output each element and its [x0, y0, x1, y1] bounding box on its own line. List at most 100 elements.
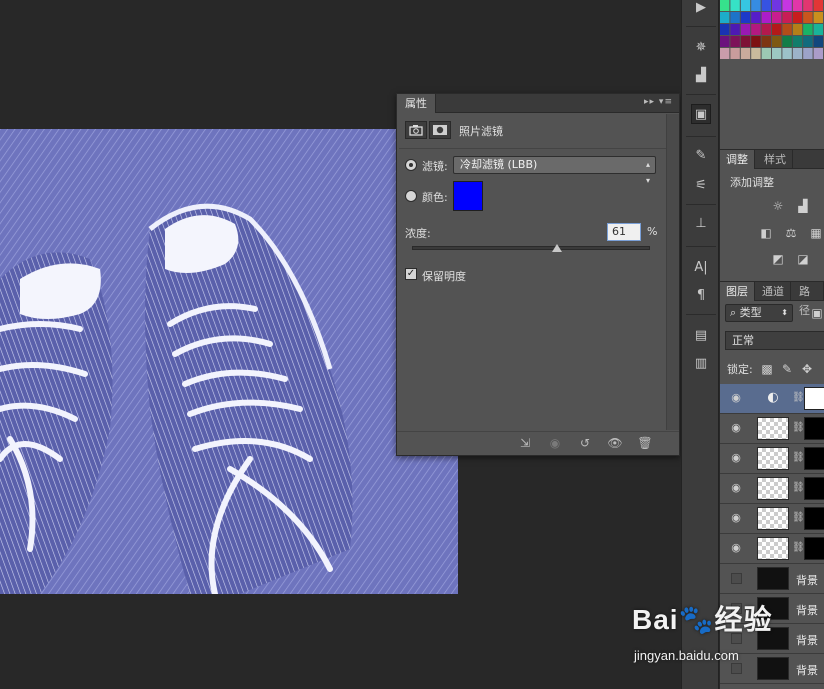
color-swatch-cell[interactable] [730, 12, 740, 23]
color-swatch-cell[interactable] [813, 36, 823, 47]
color-swatch-cell[interactable] [740, 48, 751, 59]
lock-move-icon[interactable]: ✥ [798, 361, 816, 377]
eye-icon[interactable]: ◉ [729, 392, 743, 403]
layer-thumbnail[interactable] [757, 477, 789, 500]
balance-icon[interactable]: ⚖ [782, 225, 800, 241]
eye-icon[interactable]: ◉ [729, 512, 743, 523]
color-swatch-cell[interactable] [740, 36, 751, 47]
color-swatch-cell[interactable] [803, 12, 813, 23]
visibility-toggle[interactable] [731, 573, 742, 584]
preserve-luminosity-checkbox[interactable]: ✓ [405, 268, 417, 280]
color-swatch-cell[interactable] [740, 0, 751, 11]
color-swatch-cell[interactable] [730, 36, 740, 47]
canvas-image[interactable] [0, 129, 458, 594]
color-swatch-cell[interactable] [792, 12, 803, 23]
clip-to-layer-icon[interactable]: ⇲ [517, 436, 533, 450]
trash-icon[interactable]: 🗑 [637, 436, 653, 450]
play-icon[interactable]: ▶ [691, 0, 711, 18]
color-swatch-cell[interactable] [792, 36, 803, 47]
layer-thumbnail[interactable] [757, 567, 789, 590]
levels-icon[interactable]: ▟ [794, 198, 812, 214]
tab-channels[interactable]: 通道 [756, 282, 791, 301]
color-swatch-cell[interactable] [740, 12, 751, 23]
reset-icon[interactable]: ↺ [577, 436, 593, 450]
adjustment-camera-icon[interactable] [405, 121, 427, 139]
visibility-toggle[interactable] [731, 663, 742, 674]
properties-icon[interactable]: ▣ [691, 104, 711, 124]
color-swatch-cell[interactable] [813, 0, 823, 11]
layer-row[interactable]: ◉ ⛓ [720, 414, 824, 444]
color-swatch-cell[interactable] [782, 48, 792, 59]
layer-mask-thumbnail[interactable] [804, 447, 824, 470]
density-input[interactable]: 61 [607, 223, 641, 241]
layer-thumbnail[interactable] [757, 507, 789, 530]
color-swatch-cell[interactable] [740, 24, 751, 35]
lock-paint-icon[interactable]: ✎ [778, 361, 796, 377]
color-swatch-cell[interactable] [720, 12, 730, 23]
color-swatch-cell[interactable] [720, 24, 730, 35]
layer-thumbnail[interactable] [757, 657, 789, 680]
layer-comps-icon[interactable]: ▤ [691, 326, 711, 346]
link-icon[interactable]: ⛓ [792, 482, 805, 496]
layer-row[interactable]: ◉ ⛓ [720, 504, 824, 534]
layer-mask-thumbnail[interactable] [804, 507, 824, 530]
color-swatch-cell[interactable] [720, 48, 730, 59]
panel-menu-icon[interactable]: ▸▸ ▾≡ [644, 97, 673, 107]
brush-settings-icon[interactable]: ⚟ [691, 176, 711, 196]
color-swatch-cell[interactable] [751, 24, 761, 35]
bw-icon[interactable]: ▦ [807, 225, 824, 241]
layer-name[interactable]: 背景 [796, 662, 818, 678]
layer-row[interactable]: ◉ ⛓ [720, 474, 824, 504]
color-swatch-cell[interactable] [730, 48, 740, 59]
color-swatch-cell[interactable] [720, 36, 730, 47]
color-swatch-cell[interactable] [782, 0, 792, 11]
color-swatch-cell[interactable] [761, 12, 771, 23]
link-icon[interactable]: ⛓ [792, 452, 805, 466]
layer-name[interactable]: 背景 [796, 602, 818, 618]
color-swatch-cell[interactable] [772, 24, 782, 35]
color-swatch-cell[interactable] [792, 24, 803, 35]
color-swatch-cell[interactable] [751, 48, 761, 59]
color-swatch-cell[interactable] [772, 48, 782, 59]
filter-select[interactable]: 冷却滤镜 (LBB) ▴ ▾ [453, 156, 656, 185]
color-swatch-cell[interactable] [813, 12, 823, 23]
view-previous-icon[interactable]: ◉ [547, 436, 563, 450]
color-swatch-cell[interactable] [782, 12, 792, 23]
color-swatch-cell[interactable] [813, 24, 823, 35]
mask-icon[interactable] [429, 121, 451, 139]
image-filter-icon[interactable]: ▣ [808, 305, 824, 321]
layer-thumbnail[interactable] [757, 417, 789, 440]
link-icon[interactable]: ⛓ [792, 392, 805, 406]
character-icon[interactable]: A| [691, 258, 711, 278]
visibility-eye-icon[interactable]: 👁 [607, 436, 623, 450]
properties-tab[interactable]: 属性 [397, 94, 436, 113]
density-slider[interactable] [412, 246, 650, 250]
gradient-map-icon[interactable]: ◪ [794, 251, 812, 267]
color-swatch-cell[interactable] [772, 12, 782, 23]
color-radio[interactable] [405, 190, 417, 202]
eye-icon[interactable]: ◉ [729, 482, 743, 493]
color-swatch-cell[interactable] [730, 24, 740, 35]
layer-row[interactable]: 背景 [720, 564, 824, 594]
properties-scrollbar[interactable] [666, 114, 679, 430]
link-icon[interactable]: ⛓ [792, 542, 805, 556]
color-swatch-cell[interactable] [720, 0, 730, 11]
layer-mask-thumbnail[interactable] [804, 387, 824, 410]
color-swatch-cell[interactable] [761, 0, 771, 11]
color-swatch-cell[interactable] [803, 24, 813, 35]
layer-mask-thumbnail[interactable] [804, 537, 824, 560]
color-swatch-cell[interactable] [782, 24, 792, 35]
tab-adjustments[interactable]: 调整 [720, 150, 755, 169]
color-swatch-cell[interactable] [751, 12, 761, 23]
link-icon[interactable]: ⛓ [792, 422, 805, 436]
layer-mask-thumbnail[interactable] [804, 417, 824, 440]
layer-row[interactable]: ◉ ⛓ [720, 444, 824, 474]
color-swatch-cell[interactable] [761, 24, 771, 35]
color-swatch-cell[interactable] [761, 36, 771, 47]
color-swatch-cell[interactable] [782, 36, 792, 47]
tab-styles[interactable]: 样式 [758, 150, 793, 169]
layer-row[interactable]: ◉ ◐ ⛓ [720, 384, 824, 414]
eye-icon[interactable]: ◉ [729, 542, 743, 553]
color-swatch-cell[interactable] [751, 36, 761, 47]
invert-icon[interactable]: ◩ [769, 251, 787, 267]
